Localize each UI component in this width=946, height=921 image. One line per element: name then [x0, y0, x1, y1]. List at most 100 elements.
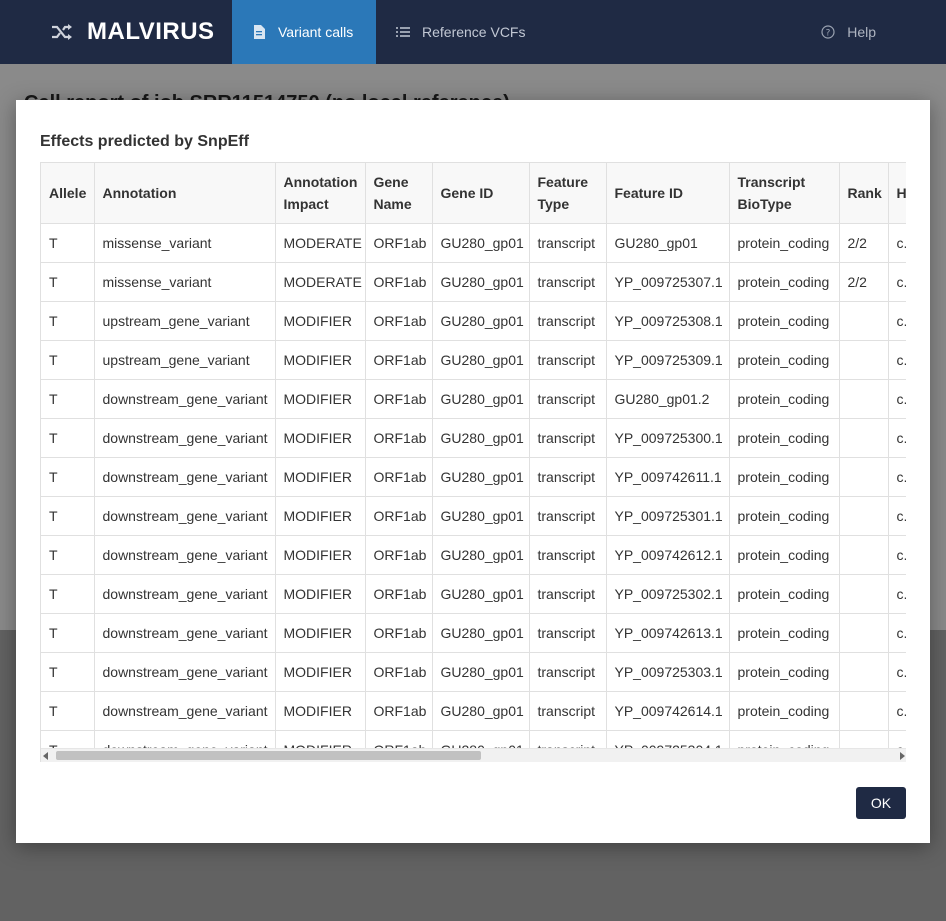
table-cell: downstream_gene_variant [94, 379, 276, 419]
column-header[interactable]: Gene Name [365, 162, 433, 224]
table-cell: protein_coding [729, 340, 840, 380]
table-cell: downstream_gene_variant [94, 535, 276, 575]
column-header[interactable]: Allele [41, 162, 95, 224]
table-cell: c. [888, 691, 906, 731]
column-header[interactable]: HGVS.c [888, 162, 906, 224]
column-header[interactable]: Annotation [94, 162, 276, 224]
list-icon [396, 25, 410, 39]
table-row[interactable]: Tmissense_variant MODERATE ORF1ab GU280_gp0… [41, 262, 906, 302]
nav-reference-vcfs[interactable]: Reference VCFs [376, 0, 525, 64]
table-cell: ORF1ab [365, 535, 433, 575]
table-cell: T [41, 223, 95, 263]
table-cell: GU280_gp01.2 [606, 379, 730, 419]
table-cell: c. [888, 262, 906, 302]
table-cell: T [41, 652, 95, 692]
table-cell: protein_coding [729, 262, 840, 302]
table-cell: YP_009742614.1 [606, 691, 730, 731]
nav-variant-calls[interactable]: Variant calls [232, 0, 376, 64]
table-cell: upstream_gene_variant [94, 340, 276, 380]
table-cell: MODIFIER [275, 691, 366, 731]
table-cell: protein_coding [729, 691, 840, 731]
table-body: Tmissense_variant MODERATE ORF1ab GU280_gp0… [41, 223, 906, 748]
column-header[interactable]: Gene ID [432, 162, 530, 224]
table-cell: GU280_gp01 [432, 574, 530, 614]
effects-table-viewport[interactable]: Allele Annotation Annotation Impact Gene… [41, 162, 906, 748]
table-row[interactable]: Tdownstream_gene_variantMODIFIERORF1abGU… [41, 496, 906, 536]
table-cell: ORF1ab [365, 574, 433, 614]
column-header[interactable]: Annotation Impact [275, 162, 366, 224]
table-cell: ORF1ab [365, 496, 433, 536]
column-header[interactable]: Transcript BioType [729, 162, 840, 224]
table-cell: T [41, 340, 95, 380]
table-row[interactable]: Tdownstream_gene_variantMODIFIERORF1abGU… [41, 691, 906, 731]
table-cell: transcript [529, 613, 607, 653]
table-cell: missense_variant [94, 262, 276, 302]
column-header[interactable]: Feature Type [529, 162, 607, 224]
table-cell: downstream_gene_variant [94, 691, 276, 731]
scroll-left-arrow-icon[interactable] [43, 752, 48, 760]
table-row[interactable]: Tdownstream_gene_variantMODIFIERORF1abGU… [41, 457, 906, 497]
horizontal-scrollbar[interactable] [41, 748, 906, 762]
scrollbar-thumb[interactable] [56, 751, 481, 760]
table-cell: downstream_gene_variant [94, 496, 276, 536]
table-cell: GU280_gp01 [432, 418, 530, 458]
table-row[interactable]: Tdownstream_gene_variantMODIFIERORF1abGU… [41, 652, 906, 692]
table-row[interactable]: Tupstream_gene_variant MODIFIER ORF1ab GU28… [41, 301, 906, 341]
table-cell [839, 418, 889, 458]
table-cell: ORF1ab [365, 652, 433, 692]
table-cell: c. [888, 457, 906, 497]
column-header[interactable]: Rank [839, 162, 889, 224]
table-cell [839, 301, 889, 341]
table-row[interactable]: Tdownstream_gene_variantMODIFIERORF1abGU… [41, 379, 906, 419]
table-cell: 2/2 [839, 262, 889, 302]
table-row[interactable]: Tmissense_variant MODERATE ORF1ab GU280_gp0… [41, 223, 906, 263]
file-icon [252, 25, 266, 39]
table-cell: protein_coding [729, 301, 840, 341]
table-cell: YP_009742613.1 [606, 613, 730, 653]
table-cell: ORF1ab [365, 613, 433, 653]
table-cell: T [41, 418, 95, 458]
table-cell: c. [888, 652, 906, 692]
table-row[interactable]: Tdownstream_gene_variantMODIFIERORF1abGU… [41, 574, 906, 614]
table-cell: downstream_gene_variant [94, 418, 276, 458]
table-cell: protein_coding [729, 223, 840, 263]
table-cell: T [41, 613, 95, 653]
effects-table-container: Allele Annotation Annotation Impact Gene… [40, 162, 906, 762]
table-cell: GU280_gp01 [432, 496, 530, 536]
table-cell: transcript [529, 418, 607, 458]
table-row[interactable]: Tdownstream_gene_variantMODIFIERORF1abGU… [41, 418, 906, 458]
table-row[interactable]: Tupstream_gene_variant MODIFIER ORF1ab GU28… [41, 340, 906, 380]
table-cell: protein_coding [729, 730, 840, 748]
table-cell: transcript [529, 730, 607, 748]
table-cell: T [41, 535, 95, 575]
table-cell: T [41, 301, 95, 341]
table-cell: GU280_gp01 [432, 457, 530, 497]
table-cell: ORF1ab [365, 340, 433, 380]
table-row[interactable]: Tdownstream_gene_variantMODIFIERORF1abGU… [41, 613, 906, 653]
table-cell: MODERATE [275, 262, 366, 302]
table-row[interactable]: Tdownstream_gene_variantMODIFIERORF1abGU… [41, 535, 906, 575]
table-cell: GU280_gp01 [432, 691, 530, 731]
table-cell: YP_009742611.1 [606, 457, 730, 497]
help-circle-icon: ? [821, 25, 835, 39]
nav-variant-calls-label: Variant calls [278, 24, 354, 40]
table-cell: c. [888, 574, 906, 614]
ok-button[interactable]: OK [856, 787, 906, 819]
table-cell [839, 691, 889, 731]
table-cell: transcript [529, 262, 607, 302]
column-header[interactable]: Feature ID [606, 162, 730, 224]
table-row[interactable]: Tdownstream_gene_variantMODIFIERORF1abGU… [41, 730, 906, 748]
table-cell: transcript [529, 691, 607, 731]
table-cell: T [41, 262, 95, 302]
brand[interactable]: MALVIRUS [0, 0, 232, 64]
nav-help[interactable]: ? Help [821, 0, 876, 64]
table-cell: ORF1ab [365, 418, 433, 458]
scroll-right-arrow-icon[interactable] [900, 752, 905, 760]
nav-reference-vcfs-label: Reference VCFs [422, 24, 526, 40]
table-cell: ORF1ab [365, 301, 433, 341]
table-cell [839, 652, 889, 692]
table-cell: YP_009725307.1 [606, 262, 730, 302]
table-cell: c. [888, 223, 906, 263]
table-cell: YP_009725302.1 [606, 574, 730, 614]
table-cell: downstream_gene_variant [94, 730, 276, 748]
